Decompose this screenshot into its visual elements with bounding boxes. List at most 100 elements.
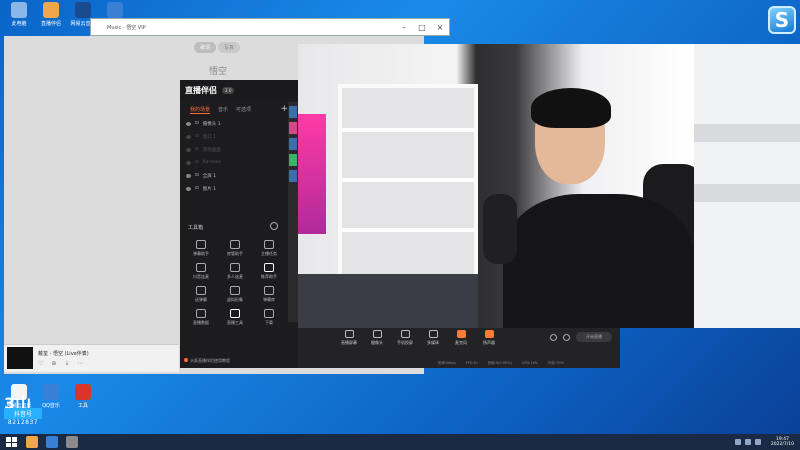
tool-item[interactable]: 主播任务 <box>252 240 286 257</box>
album-cover[interactable] <box>7 347 33 369</box>
tab-lyrics[interactable]: 歌词 <box>194 42 217 53</box>
tool-item[interactable]: 多人连麦 <box>218 263 252 280</box>
tool-item[interactable]: 弹幕库 <box>252 286 286 303</box>
network-icon[interactable] <box>734 439 741 445</box>
tab-options[interactable]: 可选项 <box>236 106 251 114</box>
lock-icon[interactable]: ⊡ <box>195 134 199 139</box>
tool-icon <box>196 309 206 318</box>
clock[interactable]: 19:47 2022/7/10 <box>771 437 794 447</box>
rgb-light <box>298 114 326 234</box>
music-window-titlebar[interactable]: Music - 悟空 VIP – □ × <box>90 18 450 36</box>
source-item[interactable]: ⊡ 图片 1 <box>180 182 298 195</box>
stream-tool-button[interactable]: 多媒体 <box>422 330 444 346</box>
tool-label: 直播数据 <box>193 320 209 325</box>
app-logo-corner[interactable]: S <box>768 6 796 34</box>
source-label: 摄像头 1 <box>202 121 221 127</box>
eye-icon[interactable] <box>186 134 191 139</box>
tool-item[interactable]: 弹幕助手 <box>184 240 218 257</box>
tutorial-link[interactable]: 头条直播伴侣使用教程 <box>184 358 230 364</box>
eye-icon[interactable] <box>186 160 191 165</box>
tool-item[interactable]: 直播工具 <box>218 309 252 326</box>
close-icon[interactable]: × <box>431 23 449 32</box>
tool-label: 推荐助手 <box>261 274 277 279</box>
source-item[interactable]: ⊡ 游戏画面 <box>180 143 298 156</box>
tab-photos[interactable]: 写真 <box>218 42 241 53</box>
song-control-icon[interactable]: ⊕ <box>51 360 56 367</box>
source-list: ⊡ 摄像头 1 ⊡ 窗口 1 ⊡ 游戏画面 ⊡ Karaoke ⊡ 全屏 1 ⊡ 图片 1 <box>180 117 298 195</box>
window-title: Music - 悟空 VIP <box>107 24 146 31</box>
tool-item[interactable]: 下载 <box>252 309 286 326</box>
tool-item[interactable]: 送弹幕 <box>184 286 218 303</box>
tool-item[interactable]: 直播数据 <box>184 309 218 326</box>
lock-icon[interactable]: ⊡ <box>195 121 199 126</box>
stream-tool-button[interactable]: 扬声器 <box>478 330 500 346</box>
desktop-icon[interactable]: QQ音乐 <box>36 384 66 409</box>
more-tools-icon[interactable] <box>270 222 278 230</box>
tab-music[interactable]: 音乐 <box>218 106 228 114</box>
stream-tool-button[interactable]: 麦克风 <box>450 330 472 346</box>
lock-icon[interactable]: ⊡ <box>195 186 199 191</box>
tool-label: 多人连麦 <box>227 274 243 279</box>
side-tool[interactable] <box>289 170 297 182</box>
source-label: 全屏 1 <box>202 173 217 179</box>
start-button[interactable] <box>4 435 18 449</box>
start-stream-button[interactable]: 开始直播 <box>576 332 612 342</box>
eye-icon[interactable] <box>186 121 191 126</box>
minimize-icon[interactable]: – <box>395 23 413 32</box>
maximize-icon[interactable]: □ <box>413 23 431 32</box>
song-control-icon[interactable]: ♡ <box>38 360 43 367</box>
lock-icon[interactable]: ⊡ <box>195 160 199 165</box>
taskbar-app-icon[interactable] <box>46 436 58 448</box>
settings-icon[interactable] <box>550 333 557 341</box>
tab-scenes[interactable]: 我的场景 <box>190 106 211 114</box>
lock-icon[interactable]: ⊡ <box>195 147 199 152</box>
tool-icon <box>264 263 274 272</box>
tool-item[interactable]: 推荐助手 <box>252 263 286 280</box>
tool-item[interactable]: 抖音连麦 <box>184 263 218 280</box>
eye-icon[interactable] <box>186 147 191 152</box>
battery-icon[interactable] <box>754 439 761 445</box>
panel-header: 直播伴侣 2.0 <box>180 80 298 100</box>
stat-item: 丢帧:0(0.00%) <box>487 361 512 365</box>
song-title: 戴荃 - 悟空 (Live伴奏) <box>38 351 89 357</box>
stream-tool-button[interactable]: 直播屏幕 <box>338 330 360 346</box>
side-tool[interactable] <box>289 122 297 134</box>
source-item[interactable]: ⊡ 摄像头 1 <box>180 117 298 130</box>
stream-tool-button[interactable]: 手机投屏 <box>394 330 416 346</box>
side-tool[interactable] <box>289 138 297 150</box>
stream-tool-label: 扬声器 <box>483 340 495 345</box>
stat-item: CPU:14% <box>521 361 538 365</box>
desktop-icon[interactable]: 工具 <box>68 384 98 409</box>
desktop-icon-label: 工具 <box>77 403 88 409</box>
tool-icon <box>230 286 240 295</box>
source-item[interactable]: ⊡ Karaoke <box>180 156 298 169</box>
volume-icon[interactable] <box>744 439 751 445</box>
tool-label: 房管助手 <box>227 251 243 256</box>
stat-item: FPS:30 <box>465 361 478 365</box>
taskbar-app-icon[interactable] <box>26 436 38 448</box>
douyin-id-label: 抖音号 <box>4 408 42 419</box>
add-source-icon[interactable]: + <box>280 104 288 114</box>
side-tool[interactable] <box>289 154 297 166</box>
version-badge[interactable]: 2.0 <box>222 86 235 94</box>
tool-label: 弹幕助手 <box>193 251 209 256</box>
side-tool[interactable] <box>289 106 297 118</box>
source-item[interactable]: ⊡ 全屏 1 <box>180 169 298 182</box>
tool-label: 直播工具 <box>227 320 243 325</box>
source-item[interactable]: ⊡ 窗口 1 <box>180 130 298 143</box>
lock-icon[interactable]: ⊡ <box>195 173 199 178</box>
tool-item[interactable]: 房管助手 <box>218 240 252 257</box>
clock-date: 2022/7/10 <box>770 442 794 447</box>
camera-icon[interactable] <box>563 333 570 341</box>
tool-item[interactable]: 虚拟形象 <box>218 286 252 303</box>
song-control-icon[interactable]: ⋯ <box>77 360 83 367</box>
taskbar-app-icon[interactable] <box>66 436 78 448</box>
eye-icon[interactable] <box>186 186 191 191</box>
desktop-icon[interactable]: 此电脑 <box>4 2 34 27</box>
desktop-icon[interactable]: 直播伴侣 <box>36 2 66 27</box>
desk <box>298 274 478 328</box>
tool-label: 虚拟形象 <box>227 297 243 302</box>
eye-icon[interactable] <box>186 173 191 178</box>
song-control-icon[interactable]: ↓ <box>64 360 69 367</box>
stream-tool-button[interactable]: 摄像头 <box>366 330 388 346</box>
